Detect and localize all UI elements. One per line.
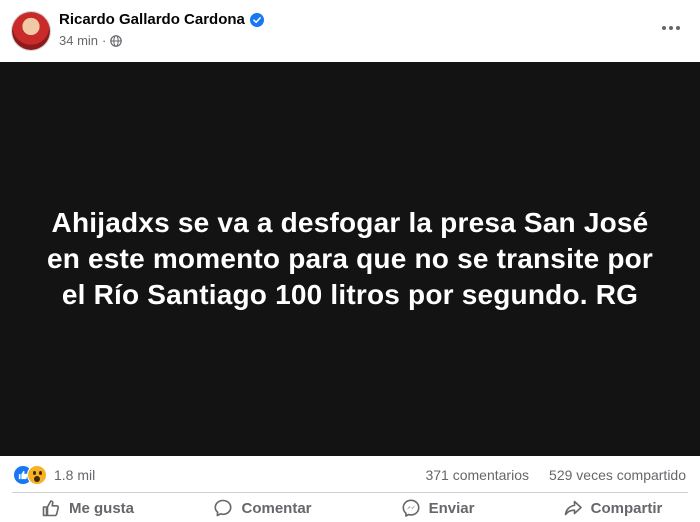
send-button[interactable]: Enviar [350, 494, 525, 522]
verified-badge-icon [249, 12, 264, 27]
post-stats: 1.8 mil 371 comentarios 529 veces compar… [0, 456, 700, 492]
image-text-line: Ahijadxs se va a desfogar la presa San J… [51, 207, 649, 238]
messenger-icon [401, 498, 421, 518]
author-row: Ricardo Gallardo Cardona [59, 11, 264, 28]
image-text-line: el Río Santiago 100 litros por segundo. … [61, 279, 639, 310]
post-header: Ricardo Gallardo Cardona 34 min · [0, 0, 700, 62]
comments-count[interactable]: 371 comentarios [425, 467, 529, 483]
post-image-text: Ahijadxs se va a desfogar la presa San J… [20, 205, 680, 313]
author-name[interactable]: Ricardo Gallardo Cardona [59, 11, 245, 28]
more-options-icon[interactable] [656, 16, 686, 40]
reaction-icons[interactable] [13, 465, 51, 485]
share-button[interactable]: Compartir [525, 494, 700, 522]
reaction-count[interactable]: 1.8 mil [54, 467, 95, 483]
thumbs-up-icon [41, 498, 61, 518]
comment-label: Comentar [241, 499, 312, 517]
comment-button[interactable]: Comentar [175, 494, 350, 522]
post-timestamp[interactable]: 34 min [59, 33, 98, 48]
post-meta: 34 min · [59, 33, 123, 48]
globe-icon[interactable] [110, 34, 123, 47]
divider [12, 492, 688, 493]
post-image[interactable]: Ahijadxs se va a desfogar la presa San J… [0, 62, 700, 456]
comment-bubble-icon [213, 498, 233, 518]
shares-count[interactable]: 529 veces compartido [549, 467, 686, 483]
share-label: Compartir [590, 499, 663, 517]
like-button[interactable]: Me gusta [0, 494, 175, 522]
share-arrow-icon [563, 498, 583, 518]
wow-reaction-icon [27, 465, 47, 485]
send-label: Enviar [428, 499, 475, 517]
meta-separator: · [102, 33, 107, 48]
image-text-line: en este momento para que no se transite … [46, 243, 654, 274]
like-label: Me gusta [68, 499, 134, 517]
post-actions: Me gusta Comentar Enviar Compartir [0, 494, 700, 522]
avatar[interactable] [12, 12, 50, 50]
